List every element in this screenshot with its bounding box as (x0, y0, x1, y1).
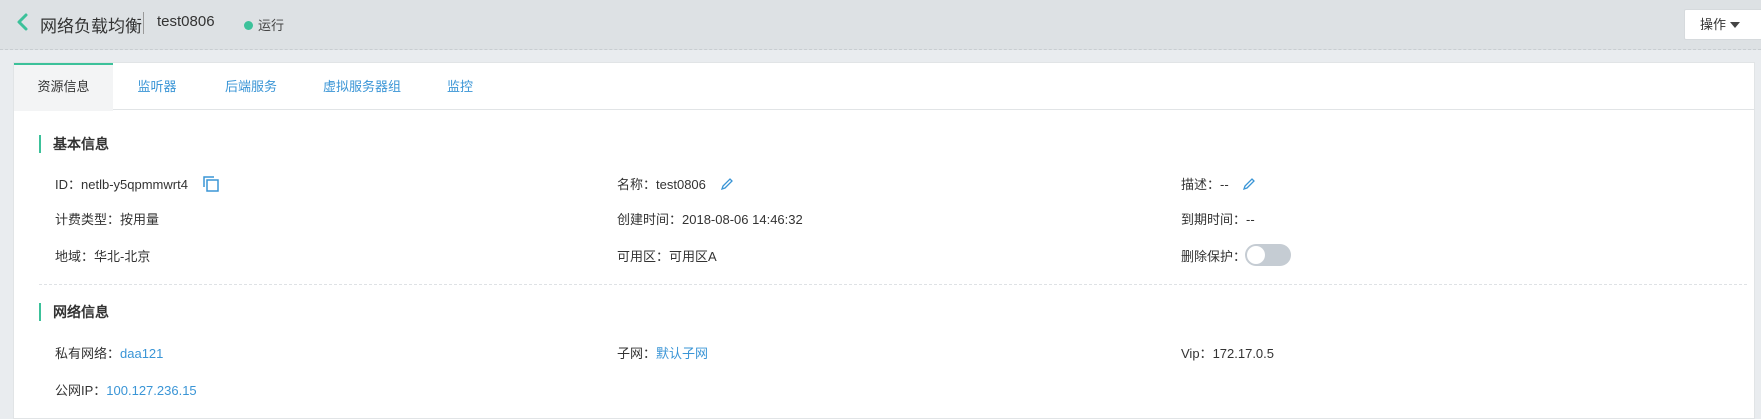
tab-bar: 资源信息 监听器 后端服务 虚拟服务器组 监控 (14, 63, 1754, 111)
instance-name: test0806 (157, 13, 215, 30)
name-label: 名称： (617, 177, 657, 192)
edit-name-pencil-icon[interactable] (720, 177, 734, 194)
availability-zone-label: 可用区： (617, 249, 670, 264)
region-label: 地域： (55, 249, 95, 264)
tab-backend-service[interactable]: 后端服务 (201, 63, 301, 110)
section-divider (39, 284, 1747, 285)
page-header: 网络负载均衡 test0806 运行 操作 (0, 0, 1761, 50)
vpc-link[interactable]: daa121 (120, 346, 163, 361)
operations-label: 操作 (1700, 17, 1727, 32)
detail-panel: 资源信息 监听器 后端服务 虚拟服务器组 监控 基本信息 ID：netlb-y5… (13, 62, 1755, 419)
network-info-title: 网络信息 (39, 303, 109, 321)
delete-protection-label: 删除保护： (1181, 249, 1247, 264)
description-value: -- (1220, 177, 1229, 192)
name-value: test0806 (656, 177, 706, 192)
page-title: 网络负载均衡 (40, 17, 142, 36)
created-time-value: 2018-08-06 14:46:32 (682, 212, 803, 227)
name-field: 名称：test0806 (617, 174, 734, 194)
billing-type-value: 按用量 (120, 212, 160, 227)
status-badge: 运行 (244, 15, 284, 34)
description-label: 描述： (1181, 177, 1221, 192)
title-divider (143, 12, 144, 34)
region-field: 地域：华北-北京 (55, 246, 150, 265)
public-ip-label: 公网IP： (55, 383, 107, 398)
status-text: 运行 (258, 18, 285, 33)
vpc-label: 私有网络： (55, 346, 121, 361)
vpc-field: 私有网络：daa121 (55, 343, 163, 362)
caret-down-icon (1730, 22, 1741, 28)
back-icon[interactable] (16, 12, 30, 32)
subnet-label: 子网： (617, 346, 657, 361)
vip-field: Vip：172.17.0.5 (1181, 343, 1274, 362)
region-value: 华北-北京 (94, 249, 151, 264)
public-ip-link[interactable]: 100.127.236.15 (106, 383, 196, 398)
basic-info-title: 基本信息 (39, 135, 109, 153)
tab-virtual-server-group[interactable]: 虚拟服务器组 (301, 63, 423, 110)
operations-dropdown-button[interactable]: 操作 (1684, 9, 1761, 40)
id-field: ID：netlb-y5qpmmwrt4 (55, 174, 220, 196)
id-value: netlb-y5qpmmwrt4 (81, 177, 188, 192)
edit-description-pencil-icon[interactable] (1242, 177, 1256, 194)
id-label: ID： (55, 177, 82, 192)
expire-time-label: 到期时间： (1181, 212, 1247, 227)
billing-type-field: 计费类型：按用量 (55, 209, 159, 228)
copy-icon[interactable] (202, 175, 220, 196)
expire-time-value: -- (1246, 212, 1255, 227)
delete-protection-toggle[interactable] (1245, 244, 1291, 266)
created-time-field: 创建时间：2018-08-06 14:46:32 (617, 209, 803, 228)
status-dot-icon (244, 21, 253, 30)
vip-label: Vip： (1181, 346, 1213, 361)
tab-listener[interactable]: 监听器 (113, 63, 201, 110)
availability-zone-field: 可用区：可用区A (617, 246, 717, 265)
toggle-knob (1247, 246, 1265, 264)
tab-resource-info[interactable]: 资源信息 (14, 63, 113, 111)
subnet-field: 子网：默认子网 (617, 343, 708, 362)
vip-value: 172.17.0.5 (1212, 346, 1275, 361)
delete-protection-field: 删除保护： (1181, 246, 1246, 265)
tab-monitor[interactable]: 监控 (423, 63, 497, 110)
description-field: 描述：-- (1181, 174, 1256, 194)
billing-type-label: 计费类型： (55, 212, 121, 227)
availability-zone-value: 可用区A (669, 249, 717, 264)
created-time-label: 创建时间： (617, 212, 683, 227)
subnet-link[interactable]: 默认子网 (656, 346, 708, 361)
expire-time-field: 到期时间：-- (1181, 209, 1255, 228)
public-ip-field: 公网IP：100.127.236.15 (55, 380, 197, 399)
